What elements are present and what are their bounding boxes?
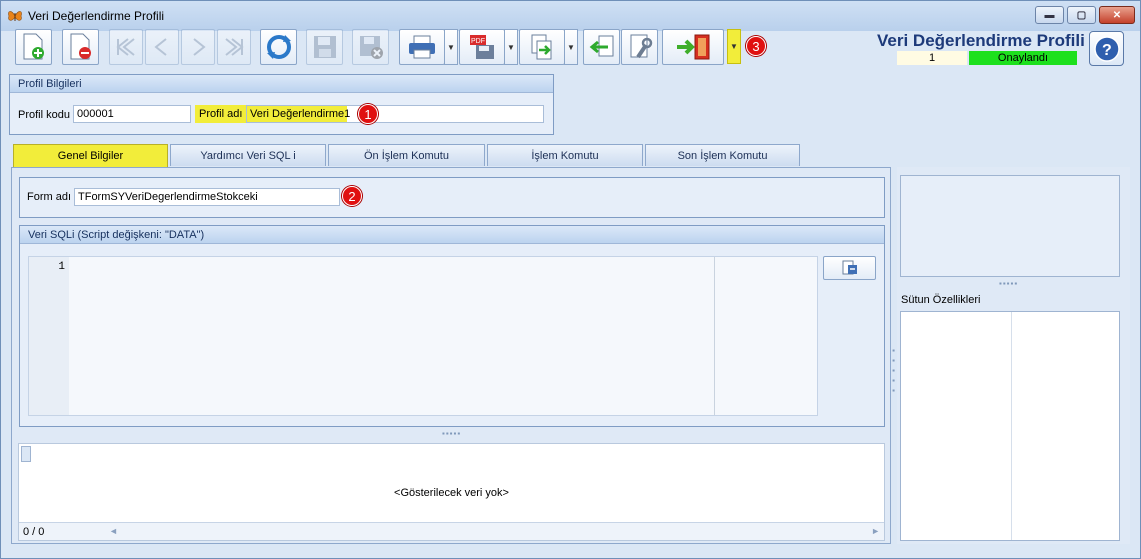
profile-info-group: Profil Bilgileri Profil kodu 000001 Prof…	[9, 74, 554, 135]
grid-row-indicator	[21, 446, 31, 462]
sql-tool-icon	[842, 260, 857, 275]
help-button[interactable]: ?	[1089, 31, 1124, 66]
import-icon	[589, 35, 613, 57]
settings-button[interactable]	[621, 29, 658, 65]
printer-icon	[409, 35, 435, 59]
profile-number: 1	[897, 51, 967, 65]
tab-yardimci-veri-sql[interactable]: Yardımcı Veri SQL i	[170, 144, 326, 166]
export-button[interactable]	[519, 29, 565, 65]
first-icon	[116, 38, 135, 56]
scroll-right-icon[interactable]: ►	[871, 526, 880, 536]
exit-dropdown[interactable]: ▼	[727, 29, 741, 64]
close-button[interactable]: ✕	[1099, 6, 1135, 24]
profile-code-field[interactable]: 000001	[73, 105, 191, 123]
save-button[interactable]	[306, 29, 343, 65]
tab-islem-komutu[interactable]: İşlem Komutu	[487, 144, 643, 166]
preview-box	[900, 175, 1120, 277]
tab-son-islem-komutu[interactable]: Son İşlem Komutu	[645, 144, 800, 166]
last-record-button[interactable]	[217, 29, 251, 65]
profile-info-heading: Profil Bilgileri	[10, 75, 553, 93]
line-number: 1	[58, 261, 65, 273]
horizontal-splitter[interactable]: ▪▪▪▪▪	[442, 429, 461, 438]
print-dropdown[interactable]: ▼	[444, 29, 458, 65]
callout-badge-1: 1	[358, 104, 378, 124]
right-splitter[interactable]: ▪▪▪▪▪	[999, 279, 1018, 288]
new-document-icon	[23, 33, 44, 60]
form-name-field[interactable]: TFormSYVeriDegerlendirmeStokceki	[74, 188, 340, 206]
callout-badge-3: 3	[746, 36, 766, 56]
column-props-grid[interactable]	[900, 311, 1120, 541]
save-icon	[313, 36, 336, 58]
pdf-button[interactable]: PDF	[459, 29, 505, 65]
line-number-gutter: 1	[29, 257, 69, 415]
prev-record-button[interactable]	[145, 29, 179, 65]
tab-on-islem-komutu[interactable]: Ön İşlem Komutu	[328, 144, 485, 166]
export-dropdown[interactable]: ▼	[564, 29, 578, 65]
next-icon	[193, 38, 206, 56]
svg-text:?: ?	[1102, 42, 1112, 59]
pdf-icon: PDF	[470, 35, 494, 59]
exit-button[interactable]	[662, 29, 724, 65]
cancel-save-button[interactable]	[352, 29, 389, 65]
status-badge: Onaylandı	[969, 51, 1077, 65]
prev-icon	[154, 38, 167, 56]
svg-text:PDF: PDF	[471, 38, 485, 45]
pdf-dropdown[interactable]: ▼	[504, 29, 518, 65]
delete-record-button[interactable]	[62, 29, 99, 65]
sql-group: Veri SQLi (Script değişkeni: "DATA") 1	[19, 225, 885, 427]
column-props-divider	[1011, 312, 1012, 540]
profile-code-label: Profil kodu	[18, 109, 70, 121]
editor-margin-line	[714, 257, 715, 415]
sql-heading: Veri SQLi (Script değişkeni: "DATA")	[20, 226, 884, 244]
next-record-button[interactable]	[181, 29, 215, 65]
callout-badge-2: 2	[342, 186, 362, 206]
window-title: Veri Değerlendirme Profili	[28, 9, 165, 23]
tab-genel-bilgiler[interactable]: Genel Bilgiler	[13, 144, 168, 168]
data-grid[interactable]: <Gösterilecek veri yok> 0 / 0 ◄ ►	[18, 443, 885, 541]
form-name-label: Form adı	[27, 191, 72, 203]
export-icon	[531, 34, 552, 60]
save-cancel-icon	[359, 36, 383, 59]
exit-door-icon	[677, 34, 710, 60]
refresh-button[interactable]	[260, 29, 297, 65]
title-bar: Veri Değerlendirme Profili ▬ ▢ ✕	[1, 1, 1140, 31]
last-icon	[225, 38, 244, 56]
form-name-group: Form adı TFormSYVeriDegerlendirmeStokcek…	[19, 177, 885, 218]
print-button[interactable]	[399, 29, 445, 65]
profile-name-label: Profil adı	[195, 105, 247, 123]
refresh-icon	[266, 35, 291, 59]
delete-document-icon	[70, 33, 91, 60]
maximize-button[interactable]: ▢	[1067, 6, 1096, 24]
right-panel: ▪▪▪▪▪ Sütun Özellikleri	[897, 167, 1130, 544]
help-icon: ?	[1093, 35, 1120, 62]
scroll-left-icon[interactable]: ◄	[109, 526, 118, 536]
grid-empty-message: <Gösterilecek veri yok>	[394, 487, 509, 499]
minimize-button[interactable]: ▬	[1035, 6, 1064, 24]
profile-name-field[interactable]: Veri Değerlendirme1	[246, 105, 544, 123]
column-props-label: Sütun Özellikleri	[901, 294, 981, 306]
first-record-button[interactable]	[109, 29, 143, 65]
import-button[interactable]	[583, 29, 620, 65]
new-record-button[interactable]	[15, 29, 52, 65]
butterfly-icon	[8, 11, 22, 21]
wrench-icon	[630, 34, 652, 59]
grid-record-count: 0 / 0	[23, 526, 45, 538]
app-window: Veri Değerlendirme Profili ▬ ▢ ✕ ▼ PDF ▼…	[0, 0, 1141, 559]
sql-action-button[interactable]	[823, 256, 876, 280]
grid-footer: 0 / 0 ◄ ►	[19, 522, 884, 540]
profile-header-title: Veri Değerlendirme Profili	[877, 31, 1085, 50]
sql-editor[interactable]: 1	[28, 256, 818, 416]
tab-page-general: Form adı TFormSYVeriDegerlendirmeStokcek…	[11, 167, 891, 544]
